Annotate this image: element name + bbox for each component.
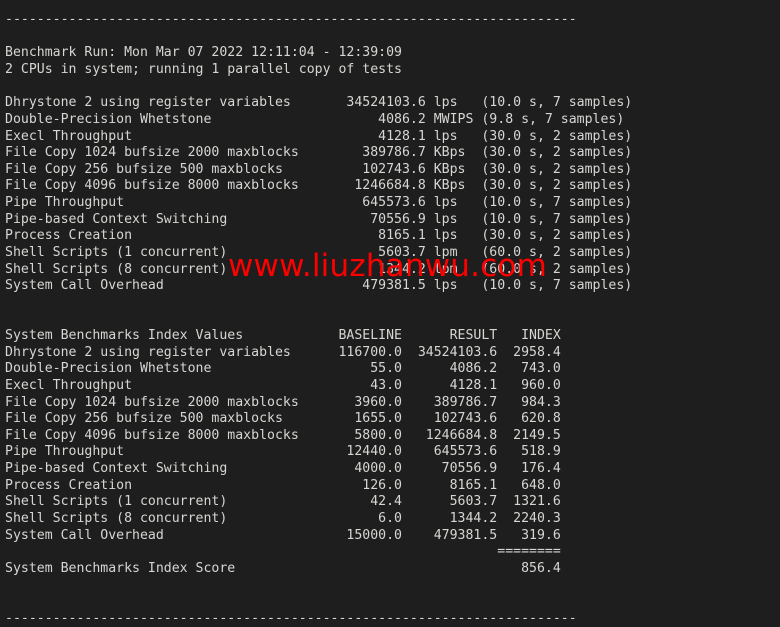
terminal-output: ----------------------------------------… — [5, 12, 633, 626]
terminal-window: ----------------------------------------… — [0, 0, 780, 626]
